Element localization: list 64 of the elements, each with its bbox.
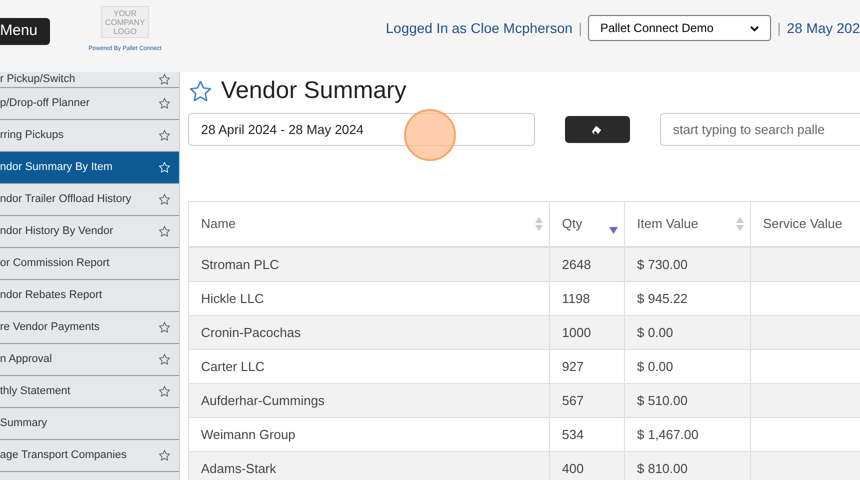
table-cell: 400 xyxy=(550,452,625,480)
menu-button[interactable]: Menu xyxy=(0,18,50,45)
favorite-star-icon[interactable] xyxy=(188,78,213,104)
table-cell: 927 xyxy=(550,350,625,383)
sidebar-item[interactable]: thly Statement xyxy=(0,376,179,408)
search-field[interactable]: start typing to search palle xyxy=(660,113,860,146)
sidebar-item[interactable]: ndor History By Vendor xyxy=(0,216,179,248)
table-cell: $ 810.00 xyxy=(625,452,751,480)
column-header[interactable]: Qty xyxy=(550,202,625,246)
column-header[interactable]: Item Value xyxy=(625,202,751,246)
table-cell: Aufderhar-Cummings xyxy=(189,384,550,417)
table-cell: $ 945.22 xyxy=(625,282,751,315)
page-title: Vendor Summary xyxy=(221,76,406,106)
table-cell: 567 xyxy=(550,384,625,417)
sidebar-item[interactable]: r Pickup/Switch xyxy=(0,72,179,88)
caret-icon xyxy=(750,24,760,32)
sidebar-item[interactable]: p/Drop-off Planner xyxy=(0,88,179,120)
table-cell: Carter LLC xyxy=(189,350,550,383)
table-cell: $ 510.00 xyxy=(625,384,751,417)
clear-button[interactable] xyxy=(564,116,630,143)
star-icon[interactable] xyxy=(158,385,171,398)
column-header[interactable]: Service Value xyxy=(751,202,860,246)
star-icon[interactable] xyxy=(158,97,171,110)
table-cell: Stroman PLC xyxy=(189,248,550,281)
table-cell: Adams-Stark xyxy=(189,452,550,480)
logo-text: COMPANY xyxy=(105,18,145,26)
star-icon[interactable] xyxy=(158,129,171,142)
eraser-icon xyxy=(591,124,604,134)
star-icon[interactable] xyxy=(158,225,171,238)
logo-text: LOGO xyxy=(113,26,137,36)
star-icon[interactable] xyxy=(158,321,171,334)
sidebar-item[interactable]: or Commission Report xyxy=(0,248,179,280)
company-select[interactable]: Pallet Connect Demo xyxy=(588,15,772,41)
sidebar-item[interactable]: ndor Rebates Report xyxy=(0,280,179,312)
table-cell: 1198 xyxy=(550,282,625,315)
sort-icon xyxy=(736,216,744,232)
star-icon[interactable] xyxy=(158,449,171,462)
date-text: 28 May 202 xyxy=(786,18,860,38)
table-cell: 534 xyxy=(550,418,625,451)
table-cell: 1000 xyxy=(550,316,625,349)
table-cell: $ 730.00 xyxy=(625,248,751,281)
table-cell: $ 0.00 xyxy=(625,350,751,383)
table-cell: $ 0.00 xyxy=(625,316,751,349)
sort-icon xyxy=(535,216,543,232)
table-cell: $ 1,467.00 xyxy=(625,418,751,451)
sidebar-item[interactable]: re Vendor Payments xyxy=(0,312,179,344)
separator: | xyxy=(777,18,781,38)
logo-text: YOUR xyxy=(113,8,137,18)
star-icon[interactable] xyxy=(158,193,171,206)
star-icon[interactable] xyxy=(158,73,171,86)
sidebar-item[interactable]: age Transport Companies xyxy=(0,440,179,472)
sort-descending-icon xyxy=(609,227,618,234)
table-cell: Weimann Group xyxy=(189,418,550,451)
separator: | xyxy=(578,18,582,38)
table-cell: Hickle LLC xyxy=(189,282,550,315)
sidebar-item[interactable]: Summary xyxy=(0,408,179,440)
sidebar-item[interactable]: ndor Summary By Item xyxy=(0,152,179,184)
logged-in-text: Logged In as Cloe Mcpherson xyxy=(386,18,573,38)
star-icon[interactable] xyxy=(158,353,171,366)
sidebar-item[interactable]: ndor Trailer Offload History xyxy=(0,184,179,216)
sidebar-item[interactable]: n Approval xyxy=(0,344,179,376)
column-header[interactable]: Name xyxy=(189,202,550,246)
table-cell: Cronin-Pacochas xyxy=(189,316,550,349)
table-cell: 2648 xyxy=(550,248,625,281)
